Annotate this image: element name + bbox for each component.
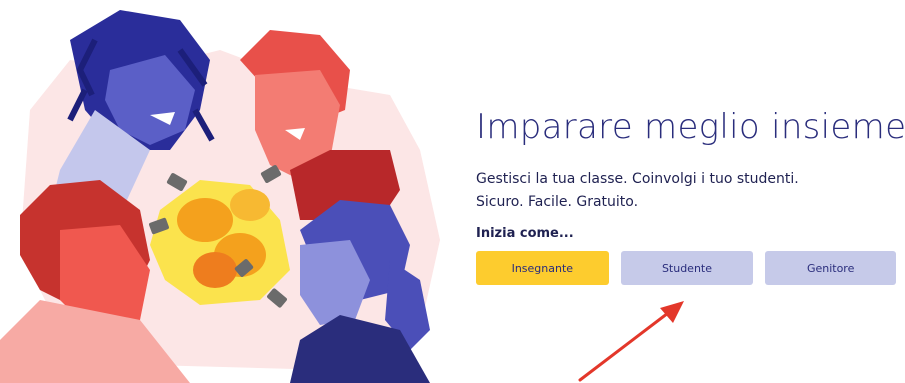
role-buttons: Insegnante Studente Genitore (476, 251, 896, 285)
hero-subtitle: Gestisci la tua classe. Coinvolgi i tuo … (476, 168, 896, 214)
subtitle-line-2: Sicuro. Facile. Gratuito. (476, 194, 639, 210)
page-title: Imparare meglio insieme (476, 107, 905, 147)
parent-button[interactable]: Genitore (765, 251, 896, 285)
subtitle-line-1: Gestisci la tua classe. Coinvolgi i tuo … (476, 171, 799, 187)
hero-section: Imparare meglio insieme Gestisci la tua … (0, 0, 905, 383)
hero-content: Imparare meglio insieme Gestisci la tua … (476, 104, 905, 285)
red-arrow-icon (578, 301, 684, 382)
teacher-button[interactable]: Insegnante (476, 251, 609, 285)
start-as-label: Inizia come... (476, 226, 574, 241)
student-button[interactable]: Studente (620, 251, 754, 285)
hero-illustration (0, 10, 440, 383)
